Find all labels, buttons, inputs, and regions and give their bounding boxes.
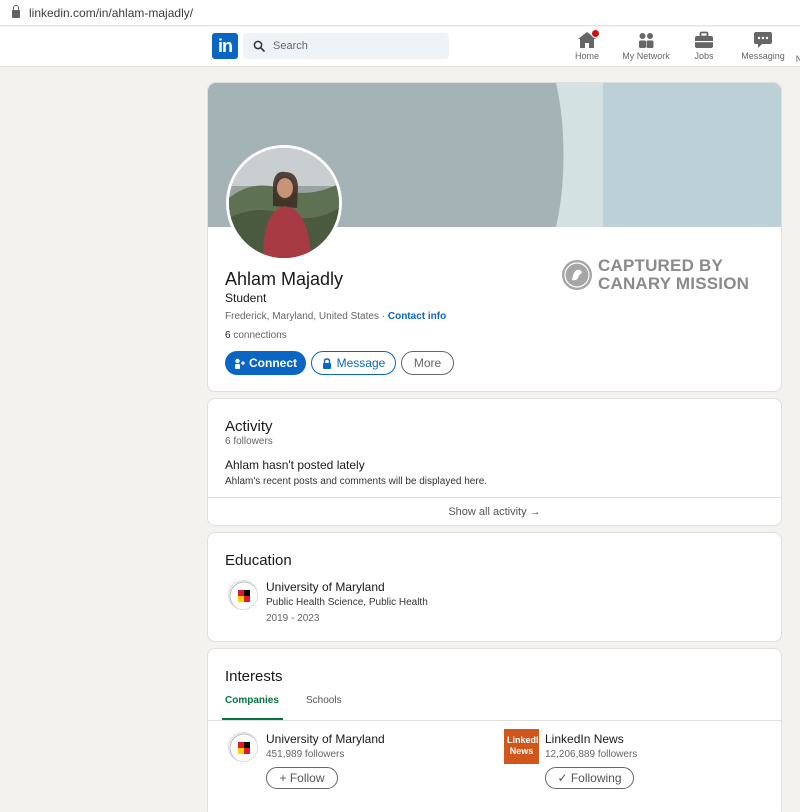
following-button[interactable]: ✓ Following: [545, 767, 634, 789]
divider: [208, 720, 781, 721]
connections-count: 6: [225, 330, 231, 341]
tab-schools[interactable]: Schools: [306, 695, 342, 706]
nav-overflow[interactable]: N: [795, 54, 800, 64]
profile-location-row: Frederick, Maryland, United States · Con…: [225, 311, 446, 322]
linkedin-news-logo[interactable]: LinkedIn News: [504, 729, 544, 764]
activity-empty-title: Ahlam hasn't posted lately: [225, 458, 365, 472]
profile-card: Ahlam Majadly Student Frederick, Marylan…: [207, 82, 782, 392]
connections-row[interactable]: 6 connections: [225, 330, 287, 341]
activity-followers[interactable]: 6 followers: [225, 436, 273, 447]
linkedin-logo[interactable]: in: [212, 33, 238, 59]
separator: ·: [381, 311, 386, 322]
nav-home[interactable]: Home: [570, 29, 604, 61]
contact-info-link[interactable]: Contact info: [388, 311, 446, 322]
education-school[interactable]: University of Maryland: [266, 580, 385, 594]
nav-messaging-label: Messaging: [741, 51, 785, 61]
activity-title: Activity: [225, 418, 273, 435]
messaging-icon: [753, 31, 773, 49]
top-nav: in Home My Network: [0, 27, 800, 67]
divider: [208, 497, 781, 498]
profile-headline: Student: [225, 291, 267, 305]
connections-label: connections: [233, 330, 287, 341]
network-icon: [636, 31, 656, 49]
search-box[interactable]: [243, 33, 449, 59]
briefcase-icon: [694, 31, 714, 49]
show-all-activity-link[interactable]: Show all activity →: [208, 506, 781, 518]
umd-logo[interactable]: [228, 580, 258, 610]
follow-button[interactable]: + Follow: [266, 767, 338, 789]
search-input[interactable]: [273, 40, 433, 52]
nav-home-label: Home: [574, 51, 599, 61]
browser-address-bar[interactable]: linkedin.com/in/ahlam-majadly/: [0, 0, 800, 26]
profile-name: Ahlam Majadly: [225, 269, 344, 289]
notification-badge: [591, 29, 600, 38]
interests-card: Interests Companies Schools University o…: [207, 648, 782, 812]
interests-title: Interests: [225, 668, 283, 685]
education-card: Education University of Maryland Public …: [207, 532, 782, 642]
more-button-label: More: [413, 356, 442, 370]
search-icon: [253, 40, 265, 52]
lock-icon: [322, 357, 331, 369]
home-icon: [577, 29, 600, 49]
interest-name[interactable]: University of Maryland: [266, 732, 385, 746]
nav-jobs[interactable]: Jobs: [689, 31, 719, 61]
tab-companies[interactable]: Companies: [225, 695, 279, 706]
interest-followers: 12,206,889 followers: [545, 749, 638, 760]
message-button-label: Message: [336, 356, 386, 370]
activity-empty-desc: Ahlam's recent posts and comments will b…: [225, 476, 488, 487]
more-button[interactable]: More: [401, 351, 454, 375]
education-dates: 2019 - 2023: [266, 613, 320, 624]
education-title: Education: [225, 552, 292, 569]
interest-followers: 451,989 followers: [266, 749, 345, 760]
nav-my-network-label: My Network: [622, 51, 670, 61]
message-button[interactable]: Message: [311, 351, 396, 375]
nav-my-network[interactable]: My Network: [619, 31, 673, 61]
interest-name[interactable]: LinkedIn News: [545, 732, 624, 746]
profile-location: Frederick, Maryland, United States: [225, 311, 379, 322]
lock-icon: [12, 5, 20, 18]
education-degree: Public Health Science, Public Health: [266, 597, 428, 608]
canary-mission-watermark: CAPTURED BY CANARY MISSION: [562, 257, 762, 297]
connect-button[interactable]: Connect: [225, 351, 306, 375]
activity-card: Activity 6 followers Ahlam hasn't posted…: [207, 398, 782, 526]
watermark-text: CAPTURED BY CANARY MISSION: [598, 256, 750, 293]
canary-seal-icon: [562, 260, 592, 290]
profile-avatar[interactable]: [226, 145, 342, 261]
nav-messaging[interactable]: Messaging: [739, 31, 787, 61]
url-text: linkedin.com/in/ahlam-majadly/: [29, 5, 194, 20]
add-person-icon: [235, 358, 245, 369]
connect-button-label: Connect: [249, 356, 297, 370]
umd-logo[interactable]: [228, 732, 258, 762]
nav-jobs-label: Jobs: [694, 51, 714, 61]
